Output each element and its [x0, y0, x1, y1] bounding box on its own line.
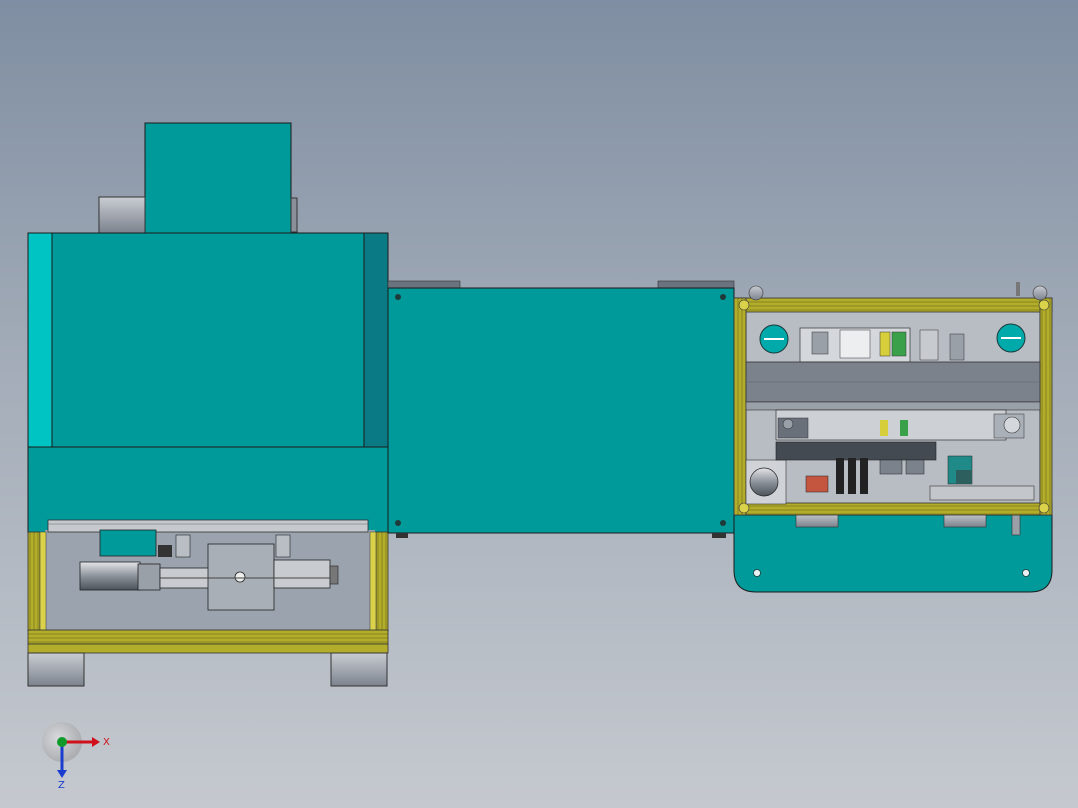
middle-conveyor-module	[387, 280, 735, 538]
top-hood	[144, 122, 292, 234]
z-axis-label: Z	[58, 780, 65, 791]
x-axis-label: X	[103, 737, 110, 748]
frame-right-rail	[1039, 297, 1053, 516]
servo-motor	[79, 561, 141, 591]
frame-top-rail	[733, 297, 1053, 313]
side-bracket-right	[290, 197, 298, 233]
foot-right	[330, 652, 388, 687]
machine-assembly-top-view[interactable]	[0, 0, 1078, 808]
left-enclosure-module	[27, 122, 389, 687]
right-lower-tray	[929, 485, 1035, 501]
y-axis-dot	[57, 737, 67, 747]
conveyor-cover	[387, 287, 735, 534]
side-bracket-left	[98, 196, 146, 234]
frame-post-right	[375, 531, 389, 633]
coordinate-triad-icon: X Z	[42, 722, 110, 791]
cabinet-right-face	[363, 232, 389, 448]
frame-post-left	[27, 531, 41, 633]
frame-bottom-rail	[27, 629, 389, 645]
base-tray	[733, 514, 1053, 593]
frame-left-rail	[733, 297, 747, 516]
right-machine-module	[733, 282, 1053, 593]
cabinet-left-face	[27, 232, 53, 448]
cad-viewport[interactable]: X Z	[0, 0, 1078, 808]
frame-bottom-rail-right	[733, 502, 1053, 516]
foot-left	[27, 652, 85, 687]
